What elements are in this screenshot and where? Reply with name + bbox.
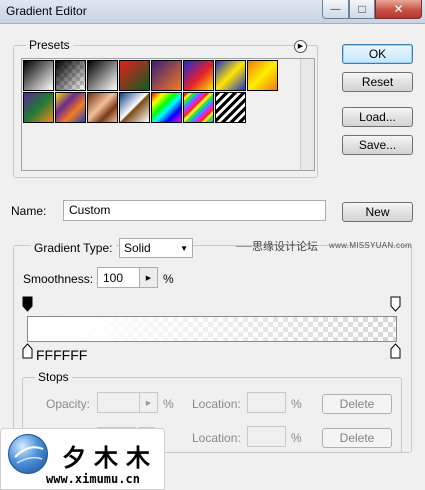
opacity-stop-left[interactable] [22,296,33,312]
color-location-input[interactable] [247,426,286,447]
chevron-down-icon: ▼ [180,243,188,253]
opacity-location-unit: % [291,397,302,411]
color-stop-left[interactable] [22,343,33,359]
preset-chrome[interactable] [119,92,150,123]
gradient-type-select[interactable]: Solid ▼ [119,238,193,258]
save-button[interactable]: Save... [342,135,413,155]
minimize-icon: — [330,3,341,15]
watermark-site-cn: 思缘设计论坛 [252,240,318,253]
color-delete-button[interactable]: Delete [322,428,392,448]
watermark-logo-url: www.ximumu.cn [46,472,140,486]
smoothness-label: Smoothness: [23,272,94,286]
window-title: Gradient Editor [6,4,87,18]
stops-label: Stops [35,370,72,384]
preset-violet-orange[interactable] [151,60,182,91]
opacity-input[interactable]: ▶ [97,392,158,413]
globe-swoosh-icon [14,446,44,464]
color-stop-value: FFFFFF [36,347,88,363]
smoothness-value: 100 [103,271,124,285]
ok-button[interactable]: OK [342,44,413,64]
preset-orange-yellow-orange[interactable] [247,60,278,91]
preset-blue-yellow-blue[interactable] [215,60,246,91]
preset-copper[interactable] [87,92,118,123]
preset-foreground-to-background[interactable] [23,60,54,91]
watermark-line [236,246,252,247]
color-location-label: Location: [192,431,241,445]
new-button[interactable]: New [342,202,413,222]
smoothness-arrow-button[interactable]: ▶ [139,268,157,287]
smoothness-input[interactable]: 100 ▶ [97,267,158,288]
presets-menu-button[interactable]: ▶ [294,40,307,53]
opacity-unit: % [163,397,174,411]
opacity-delete-button[interactable]: Delete [322,394,392,414]
color-location-unit: % [291,431,302,445]
preset-yellow-violet-orange-blue[interactable] [55,92,86,123]
name-label: Name: [11,204,47,218]
watermark-site-url: www.MISSYUAN.com [329,241,413,250]
gradient-type-label: Gradient Type: [31,241,116,255]
preset-red-green[interactable] [119,60,150,91]
flyout-arrow-icon: ▶ [297,43,304,50]
name-input[interactable]: Custom [63,200,326,221]
maximize-icon: □ [358,2,366,16]
preset-violet-green-orange[interactable] [23,92,54,123]
preset-blue-red-yellow[interactable] [183,60,214,91]
preset-transparent-rainbow[interactable] [183,92,214,123]
opacity-arrow-button[interactable]: ▶ [139,393,157,412]
gradient-type-value: Solid [124,241,151,255]
presets-label: Presets [26,38,73,52]
maximize-button[interactable]: □ [349,0,375,19]
close-icon: ✕ [393,2,404,16]
gradient-preview-bar[interactable] [27,316,397,342]
preset-spectrum[interactable] [151,92,182,123]
opacity-location-input[interactable] [247,392,286,413]
preset-transparent-stripes[interactable] [215,92,246,123]
opacity-stop-right[interactable] [390,296,401,312]
smoothness-unit: % [163,272,174,286]
presets-scrollbar[interactable] [300,59,314,170]
load-button[interactable]: Load... [342,107,413,127]
reset-button[interactable]: Reset [342,72,413,92]
preset-black-white[interactable] [87,60,118,91]
globe-logo-icon [8,434,48,474]
minimize-button[interactable]: — [322,0,349,19]
opacity-label: Opacity: [46,397,91,411]
watermark-logo-text: 夕木木 [62,443,158,472]
preset-foreground-to-transparent[interactable] [55,60,86,91]
color-stop-right[interactable] [390,343,401,359]
opacity-location-label: Location: [192,397,241,411]
close-button[interactable]: ✕ [375,0,422,19]
opacity-value [98,393,139,412]
